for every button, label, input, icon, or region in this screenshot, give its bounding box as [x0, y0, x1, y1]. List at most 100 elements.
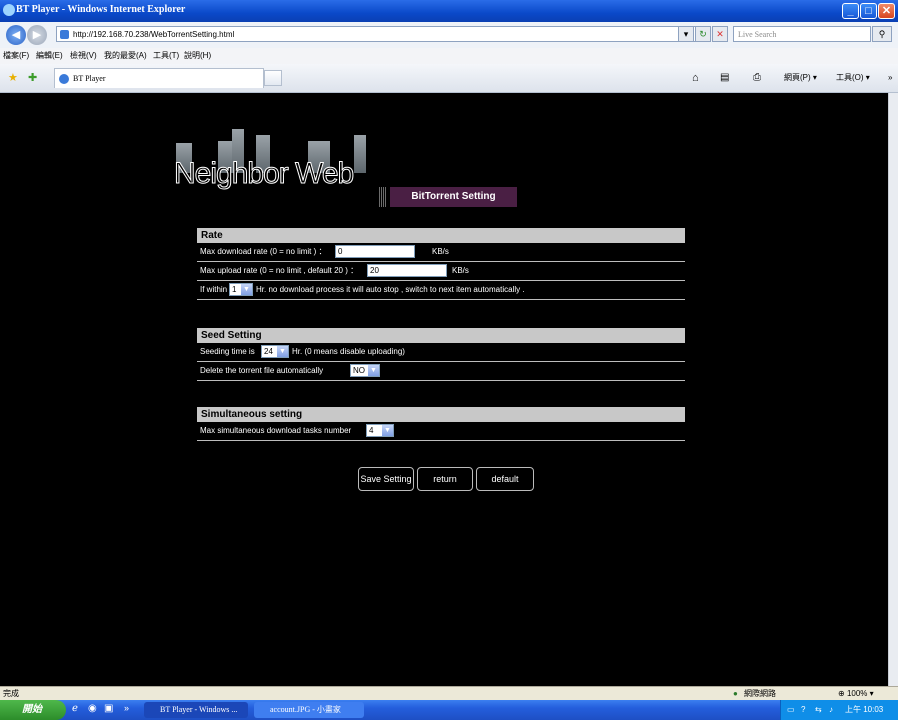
back-button[interactable]: ◀	[6, 25, 26, 45]
neighbor-web-logo: Neighbor Web	[173, 123, 374, 191]
save-setting-button[interactable]: Save Setting	[358, 467, 414, 491]
globe-icon: ●	[733, 689, 738, 698]
tray-network-icon[interactable]: ⇆	[815, 700, 822, 720]
ie-icon	[3, 4, 15, 16]
search-icon[interactable]: ⚲	[872, 26, 892, 42]
max-tasks-label: Max simultaneous download tasks number	[200, 426, 352, 435]
menu-view[interactable]: 檢視(V)	[70, 48, 97, 64]
seeding-time-suffix: Hr. (0 means disable uploading)	[292, 347, 405, 356]
page-content: Neighbor Web BitTorrent Setting Rate Max…	[0, 93, 888, 686]
tray-help-icon[interactable]: ?	[801, 700, 805, 720]
auto-stop-row: If within 1 ▼ Hr. no download process it …	[197, 281, 685, 300]
address-dropdown-button[interactable]: ▾	[678, 26, 694, 42]
add-favorite-icon[interactable]: ✚	[28, 71, 37, 85]
delete-torrent-select[interactable]: NO ▼	[350, 364, 380, 377]
zone-text: 網際網路	[744, 689, 776, 698]
menu-edit[interactable]: 編輯(E)	[36, 48, 63, 64]
start-button[interactable]: 開始	[0, 700, 66, 720]
auto-stop-hours-select[interactable]: 1 ▼	[229, 283, 253, 296]
menu-file[interactable]: 檔案(F)	[3, 48, 29, 64]
menu-help[interactable]: 說明(H)	[184, 48, 211, 64]
address-url: http://192.168.70.238/WebTorrentSetting.…	[73, 30, 235, 39]
taskbar: 開始 ℯ ◉ ▣ » BT Player - Windows ... accou…	[0, 700, 898, 720]
simultaneous-section-title: Simultaneous setting	[197, 407, 685, 422]
max-tasks-select[interactable]: 4 ▼	[366, 424, 394, 437]
search-input[interactable]: Live Search	[733, 26, 871, 42]
tray-keyboard-icon[interactable]: ▭	[787, 700, 795, 720]
tray-clock: 上午 10:03	[845, 705, 884, 714]
page-heading: BitTorrent Setting	[379, 187, 517, 207]
quick-launch-ie-icon[interactable]: ℯ	[72, 703, 78, 714]
tab-bt-player[interactable]: BT Player	[54, 68, 264, 88]
tools-menu[interactable]: 工具(O) ▾	[836, 71, 870, 85]
forward-button[interactable]: ▶	[27, 25, 47, 45]
page-menu[interactable]: 網頁(P) ▾	[784, 71, 817, 85]
address-row: ◀ ▶ http://192.168.70.238/WebTorrentSett…	[0, 22, 898, 49]
heading-label: BitTorrent Setting	[390, 187, 517, 207]
menu-favorites[interactable]: 我的最愛(A)	[104, 48, 147, 64]
zoom-value: 100%	[846, 689, 868, 698]
close-button[interactable]: ✕	[878, 3, 895, 19]
system-tray: ▭ ? ⇆ ♪ 上午 10:03	[780, 700, 898, 720]
delete-torrent-value: NO	[353, 366, 365, 375]
quick-launch-media-icon[interactable]: ▣	[104, 703, 113, 714]
delete-torrent-label: Delete the torrent file automatically	[200, 366, 324, 375]
menu-tools[interactable]: 工具(T)	[153, 48, 179, 64]
new-tab-button[interactable]	[264, 70, 282, 86]
feeds-icon[interactable]: ▤	[720, 71, 729, 85]
menu-bar: 檔案(F) 編輯(E) 檢視(V) 我的最愛(A) 工具(T) 說明(H)	[0, 48, 898, 64]
vertical-scrollbar[interactable]	[888, 93, 898, 686]
refresh-icon[interactable]: ↻	[695, 26, 711, 42]
delete-torrent-row: Delete the torrent file automatically NO…	[197, 362, 685, 381]
chevron-down-icon: ▼	[277, 346, 288, 357]
auto-stop-suffix: Hr. no download process it will auto sto…	[256, 285, 525, 294]
max-download-unit: KB/s	[432, 247, 449, 256]
chevron-down-icon: ▼	[382, 425, 393, 436]
seeding-time-prefix: Seeding time is	[200, 347, 255, 356]
taskbar-item-paint[interactable]: account.JPG - 小畫家	[254, 702, 364, 718]
max-download-input[interactable]: 0	[335, 245, 415, 258]
max-tasks-value: 4	[369, 426, 374, 435]
chevron-down-icon: ▼	[241, 284, 252, 295]
favorites-star-icon[interactable]: ★	[8, 71, 18, 85]
stop-icon[interactable]: ✕	[712, 26, 728, 42]
auto-stop-hours-value: 1	[232, 285, 237, 294]
return-button[interactable]: return	[417, 467, 473, 491]
seeding-time-row: Seeding time is 24 ▼ Hr. (0 means disable…	[197, 343, 685, 362]
max-upload-input[interactable]: 20	[367, 264, 447, 277]
print-icon[interactable]: ⎙	[753, 71, 761, 85]
rate-section: Rate Max download rate (0 = no limit ) ：…	[197, 228, 685, 300]
tools-menu-label: 工具(O)	[836, 73, 864, 82]
seed-section: Seed Setting Seeding time is 24 ▼ Hr. (0 …	[197, 328, 685, 381]
default-button[interactable]: default	[476, 467, 534, 491]
page-menu-label: 網頁(P)	[784, 73, 811, 82]
chevron-down-icon: ▼	[368, 365, 379, 376]
status-bar: 完成 ● 網際網路 ⊕ 100% ▾	[0, 686, 898, 701]
ie-tab-icon	[59, 74, 69, 84]
heading-decoration	[379, 187, 387, 207]
home-icon[interactable]: ⌂	[692, 71, 699, 85]
zoom-control[interactable]: ⊕ 100% ▾	[838, 687, 874, 700]
quick-launch-more-icon[interactable]: »	[124, 703, 129, 713]
page-icon	[60, 30, 69, 39]
tray-volume-icon[interactable]: ♪	[829, 700, 833, 720]
maximize-button[interactable]: □	[860, 3, 877, 19]
max-upload-row: Max upload rate (0 = no limit , default …	[197, 262, 685, 281]
rate-section-title: Rate	[197, 228, 685, 243]
logo-text: Neighbor Web	[173, 157, 354, 191]
seed-section-title: Seed Setting	[197, 328, 685, 343]
tab-bar: ★ ✚ BT Player ⌂ ▤ ⎙ 網頁(P) ▾ 工具(O) ▾ »	[0, 64, 898, 93]
quick-launch-desktop-icon[interactable]: ◉	[88, 703, 97, 714]
seeding-time-select[interactable]: 24 ▼	[261, 345, 289, 358]
max-tasks-row: Max simultaneous download tasks number 4…	[197, 422, 685, 441]
taskbar-item-bt-player[interactable]: BT Player - Windows ...	[144, 702, 248, 718]
max-download-row: Max download rate (0 = no limit ) ： 0 KB…	[197, 243, 685, 262]
minimize-button[interactable]: _	[842, 3, 859, 19]
seeding-time-value: 24	[264, 347, 273, 356]
auto-stop-prefix: If within	[200, 285, 228, 294]
tab-label: BT Player	[73, 74, 106, 83]
address-input[interactable]: http://192.168.70.238/WebTorrentSetting.…	[56, 26, 696, 42]
more-commands-button[interactable]: »	[888, 71, 892, 85]
max-upload-label: Max upload rate (0 = no limit , default …	[200, 266, 359, 275]
window-title-bar: BT Player - Windows Internet Explorer _ …	[0, 0, 898, 22]
